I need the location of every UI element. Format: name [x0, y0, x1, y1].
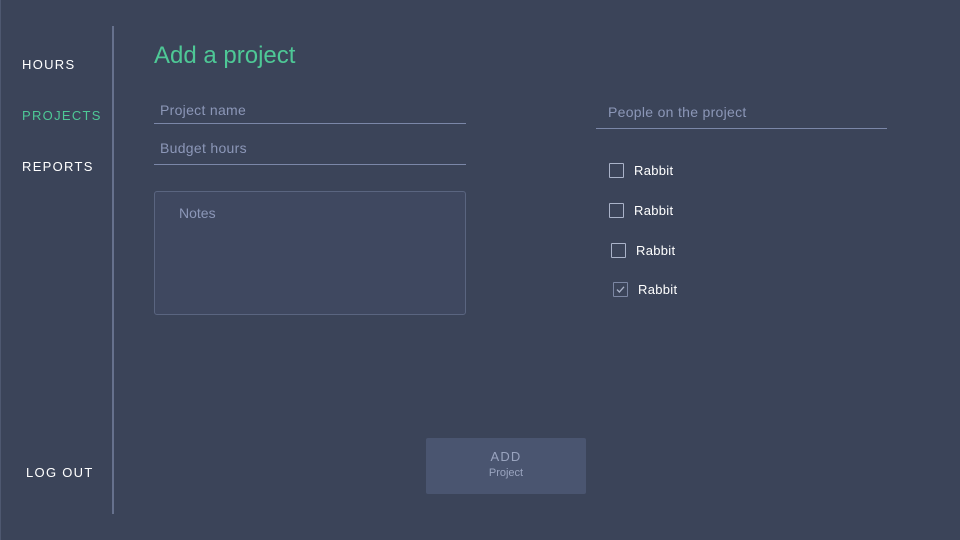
nav-reports[interactable]: REPORTS	[22, 159, 94, 175]
checkbox-checked-icon[interactable]	[613, 282, 628, 297]
notes-textarea[interactable]	[154, 191, 466, 315]
nav-projects[interactable]: PROJECTS	[22, 108, 102, 124]
frame-edge	[0, 0, 1, 540]
person-name: Rabbit	[634, 203, 674, 218]
logout-link[interactable]: LOG OUT	[26, 465, 94, 481]
person-option[interactable]: Rabbit	[609, 163, 673, 178]
person-option[interactable]: Rabbit	[613, 282, 677, 297]
checkbox-icon[interactable]	[609, 163, 624, 178]
project-name-input[interactable]	[154, 96, 466, 124]
page-title: Add a project	[154, 42, 296, 69]
nav-hours[interactable]: HOURS	[22, 57, 75, 73]
person-name: Rabbit	[634, 163, 674, 178]
person-name: Rabbit	[638, 282, 678, 297]
add-project-button[interactable]: ADD Project	[426, 438, 586, 494]
person-option[interactable]: Rabbit	[611, 243, 675, 258]
person-option[interactable]: Rabbit	[609, 203, 673, 218]
person-name: Rabbit	[636, 243, 676, 258]
sidebar-divider	[112, 26, 114, 514]
people-on-project-input[interactable]	[596, 96, 887, 129]
checkbox-icon[interactable]	[611, 243, 626, 258]
checkbox-icon[interactable]	[609, 203, 624, 218]
checkmark-icon	[616, 286, 625, 293]
add-button-sublabel: Project	[488, 467, 524, 479]
add-button-label: ADD	[490, 449, 522, 464]
budget-hours-input[interactable]	[154, 132, 466, 165]
